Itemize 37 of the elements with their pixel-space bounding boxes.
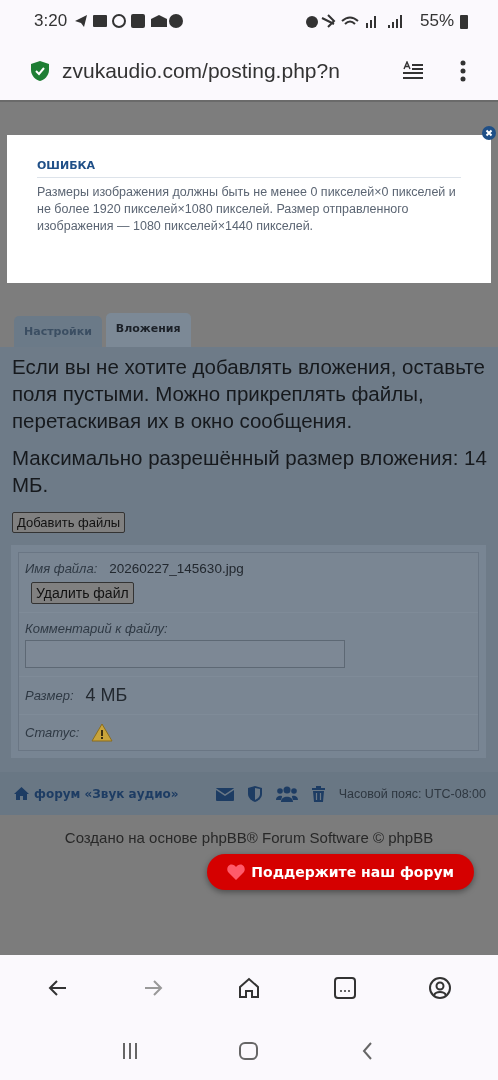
add-files-button[interactable]: Добавить файлы xyxy=(12,512,126,533)
shield-icon[interactable] xyxy=(247,785,262,802)
tab[interactable]: Вложения xyxy=(105,313,191,347)
comment-field[interactable] xyxy=(25,640,345,668)
home-link[interactable]: форум «Звук аудио» xyxy=(14,786,179,801)
envelope-icon[interactable] xyxy=(215,786,234,801)
heart-icon xyxy=(227,864,246,880)
field-label: Размер: xyxy=(25,688,74,703)
trash-icon[interactable] xyxy=(311,785,325,802)
field-label: Статус: xyxy=(25,725,80,740)
status-time: 3:20 xyxy=(34,11,68,31)
error-message: Размеры изображения должны быть не менее 0 пикселей×0 пикселей и не более 1920 пикселей×1080 пикселей. Размер отправленного изображения — 1080 пикселей×1440 пикселей. xyxy=(37,184,457,235)
people-group-icon[interactable] xyxy=(275,785,298,802)
timezone-text: Часовой пояс: UTC-08:00 xyxy=(338,786,486,801)
file-name: 20260227_145630.jpg xyxy=(109,561,244,576)
url-field[interactable]: zvukaudio.com/posting.php?n xyxy=(62,59,390,83)
battery-percent: 55% xyxy=(419,11,454,31)
shield-check-icon xyxy=(30,60,50,82)
dialog-title: ОШИБКА xyxy=(37,159,461,178)
delete-file-button[interactable]: Удалить файл xyxy=(31,582,134,604)
close-icon[interactable] xyxy=(482,126,496,140)
max-size-text: Максимально разрешённый размер вложения: 14 МБ. xyxy=(12,445,488,498)
home-button-icon[interactable] xyxy=(238,1039,260,1062)
warning-icon xyxy=(91,723,114,742)
field-label: Имя файла: xyxy=(25,561,98,576)
home-icon xyxy=(14,787,29,800)
tabs-icon[interactable] xyxy=(332,976,357,1000)
home-icon[interactable] xyxy=(237,976,261,1000)
credit-text: Создано на основе phpBB® Forum Software © phpBB xyxy=(64,829,434,846)
account-icon[interactable] xyxy=(428,976,453,1000)
file-size: 4 МБ xyxy=(85,685,128,706)
more-menu-icon[interactable] xyxy=(460,60,466,82)
intro-text: Если вы не хотите добавлять вложения, оставьте поля пустыми. Можно прикреплять файлы, перетаскивая их в окно сообщения. xyxy=(12,354,486,434)
support-forum-button[interactable]: Поддержите наш форум xyxy=(207,854,474,890)
battery-icon xyxy=(460,13,468,29)
reader-mode-icon[interactable] xyxy=(402,61,424,81)
field-label: Комментарий к файлу: xyxy=(25,621,169,636)
